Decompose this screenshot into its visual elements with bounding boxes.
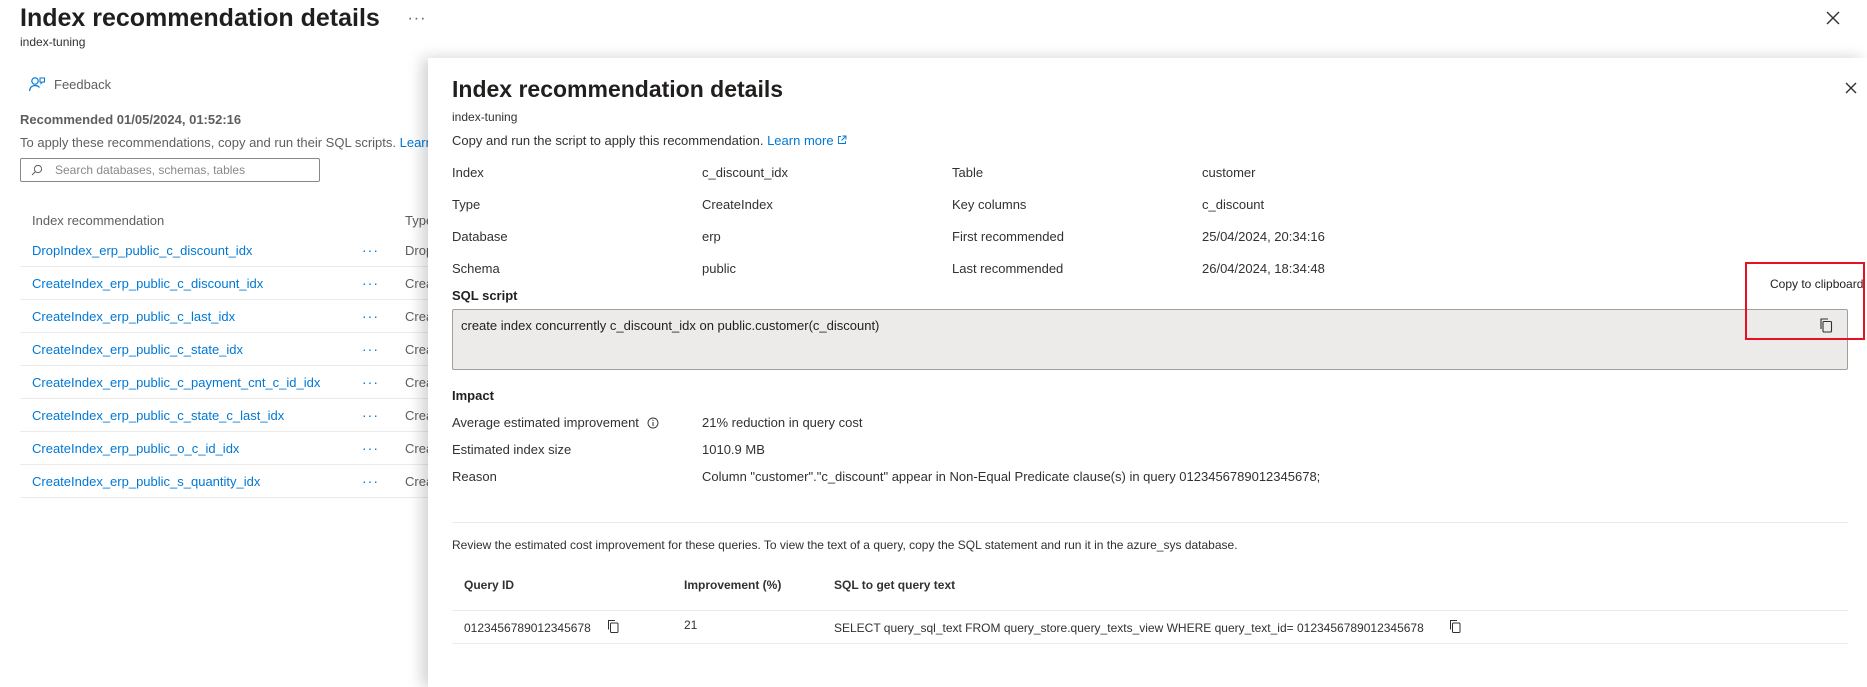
table-row[interactable]: CreateIndex_erp_public_c_state_idx ··· Cre… [20,333,450,366]
background-close-icon[interactable] [1823,8,1843,28]
row-menu-button[interactable]: ··· [362,308,405,324]
feedback-label: Feedback [54,76,112,92]
avg-improvement-value: 21% reduction in query cost [702,415,863,430]
background-header: Index recommendation details ··· index-t… [20,4,426,49]
table-value: customer [1202,165,1256,180]
copy-sql-icon[interactable] [1447,618,1463,634]
background-subtitle: index-tuning [20,35,86,49]
database-value: erp [702,229,721,244]
query-id-value: 0123456789012345678 [464,621,591,635]
sql-script-box[interactable]: create index concurrently c_discount_idx… [452,309,1848,370]
last-recommended-label: Last recommended [952,261,1064,276]
copy-icon[interactable] [1817,316,1835,334]
index-label: Index [452,165,484,180]
key-columns-label: Key columns [952,197,1027,212]
first-recommended-label: First recommended [952,229,1064,244]
search-placeholder: Search databases, schemas, tables [55,163,246,177]
copy-tooltip: Copy to clipboard [1770,277,1864,291]
table-row[interactable]: CreateIndex_erp_public_c_discount_idx ···… [20,267,450,300]
table-row[interactable]: DropIndex_erp_public_c_discount_idx ··· Dr… [20,234,450,267]
recommendation-link[interactable]: CreateIndex_erp_public_c_last_idx [32,309,362,324]
index-value: c_discount_idx [702,165,788,180]
row-menu-button[interactable]: ··· [362,440,405,456]
reason-value: Column "customer"."c_discount" appear in… [702,469,1321,484]
recommendation-link[interactable]: CreateIndex_erp_public_c_discount_idx [32,276,362,291]
key-columns-value: c_discount [1202,197,1265,212]
index-size-label: Estimated index size [452,442,572,457]
row-menu-button[interactable]: ··· [362,341,405,357]
first-recommended-value: 25/04/2024, 20:34:16 [1202,229,1325,244]
background-title: Index recommendation details [20,4,380,32]
recommended-date: Recommended 01/05/2024, 01:52:16 [20,112,242,127]
panel-intro: Copy and run the script to apply this re… [452,133,847,148]
column-header-index-recommendation[interactable]: Index recommendation [32,213,405,228]
column-header-improvement[interactable]: Improvement (%) [684,578,781,592]
column-header-query-id[interactable]: Query ID [464,578,514,592]
table-row[interactable]: CreateIndex_erp_public_c_payment_cnt_c_i… [20,366,450,399]
copy-query-id-icon[interactable] [605,618,621,634]
index-size-value: 1010.9 MB [702,442,765,457]
table-row[interactable]: CreateIndex_erp_public_s_quantity_idx ···… [20,465,450,498]
table-row-separator [452,643,1848,644]
panel-close-icon[interactable] [1841,78,1861,98]
section-divider [452,522,1848,523]
external-link-icon [838,135,847,144]
more-options-button[interactable]: ··· [407,10,426,28]
recommendation-link[interactable]: CreateIndex_erp_public_c_state_c_last_id… [32,408,362,423]
last-recommended-value: 26/04/2024, 18:34:48 [1202,261,1325,276]
table-label: Table [952,165,984,180]
avg-improvement-label: Average estimated improvement [452,415,659,430]
type-value: CreateIndex [702,197,773,212]
apply-instructions: To apply these recommendations, copy and… [20,135,450,150]
info-icon[interactable] [647,417,659,429]
improvement-value: 21 [684,618,698,632]
feedback-icon [28,77,45,92]
search-input[interactable]: Search databases, schemas, tables [20,158,320,182]
details-panel: Index recommendation details index-tunin… [428,58,1867,687]
table-row[interactable]: CreateIndex_erp_public_c_last_idx ··· Crea [20,300,450,333]
avg-improvement-label-text: Average estimated improvement [452,415,639,430]
schema-label: Schema [452,261,500,276]
panel-title: Index recommendation details [452,76,784,102]
learn-more-label: Learn more [767,133,834,148]
recommendation-link[interactable]: CreateIndex_erp_public_c_state_idx [32,342,362,357]
row-menu-button[interactable]: ··· [362,275,405,291]
table-row-separator [452,610,1848,611]
review-text: Review the estimated cost improvement fo… [452,538,1238,552]
sql-query-text: SELECT query_sql_text FROM query_store.q… [834,621,1424,635]
row-menu-button[interactable]: ··· [362,473,405,489]
recommendations-table: Index recommendation Type DropIndex_erp_… [20,206,450,498]
panel-intro-text: Copy and run the script to apply this re… [452,133,764,148]
column-header-sql[interactable]: SQL to get query text [834,578,955,592]
table-row[interactable]: CreateIndex_erp_public_o_c_id_idx ··· Crea [20,432,450,465]
sql-script-heading: SQL script [452,288,518,303]
recommendation-link[interactable]: CreateIndex_erp_public_c_payment_cnt_c_i… [32,375,362,390]
sql-script-text: create index concurrently c_discount_idx… [461,318,880,333]
schema-value: public [702,261,736,276]
feedback-button[interactable]: Feedback [28,76,450,92]
table-header: Index recommendation Type [20,206,450,234]
search-icon [31,164,43,176]
row-menu-button[interactable]: ··· [362,374,405,390]
type-label: Type [452,197,481,212]
row-menu-button[interactable]: ··· [362,242,405,258]
recommendation-link[interactable]: CreateIndex_erp_public_o_c_id_idx [32,441,362,456]
database-label: Database [452,229,508,244]
learn-more-link[interactable]: Learn more [767,133,847,148]
recommendation-link[interactable]: DropIndex_erp_public_c_discount_idx [32,243,362,258]
table-row[interactable]: CreateIndex_erp_public_c_state_c_last_id… [20,399,450,432]
reason-label: Reason [452,469,497,484]
row-menu-button[interactable]: ··· [362,407,405,423]
background-content: Feedback Recommended 01/05/2024, 01:52:1… [20,76,450,498]
recommendation-link[interactable]: CreateIndex_erp_public_s_quantity_idx [32,474,362,489]
panel-subtitle: index-tuning [452,110,518,124]
impact-heading: Impact [452,388,494,403]
apply-instructions-text: To apply these recommendations, copy and… [20,135,396,150]
